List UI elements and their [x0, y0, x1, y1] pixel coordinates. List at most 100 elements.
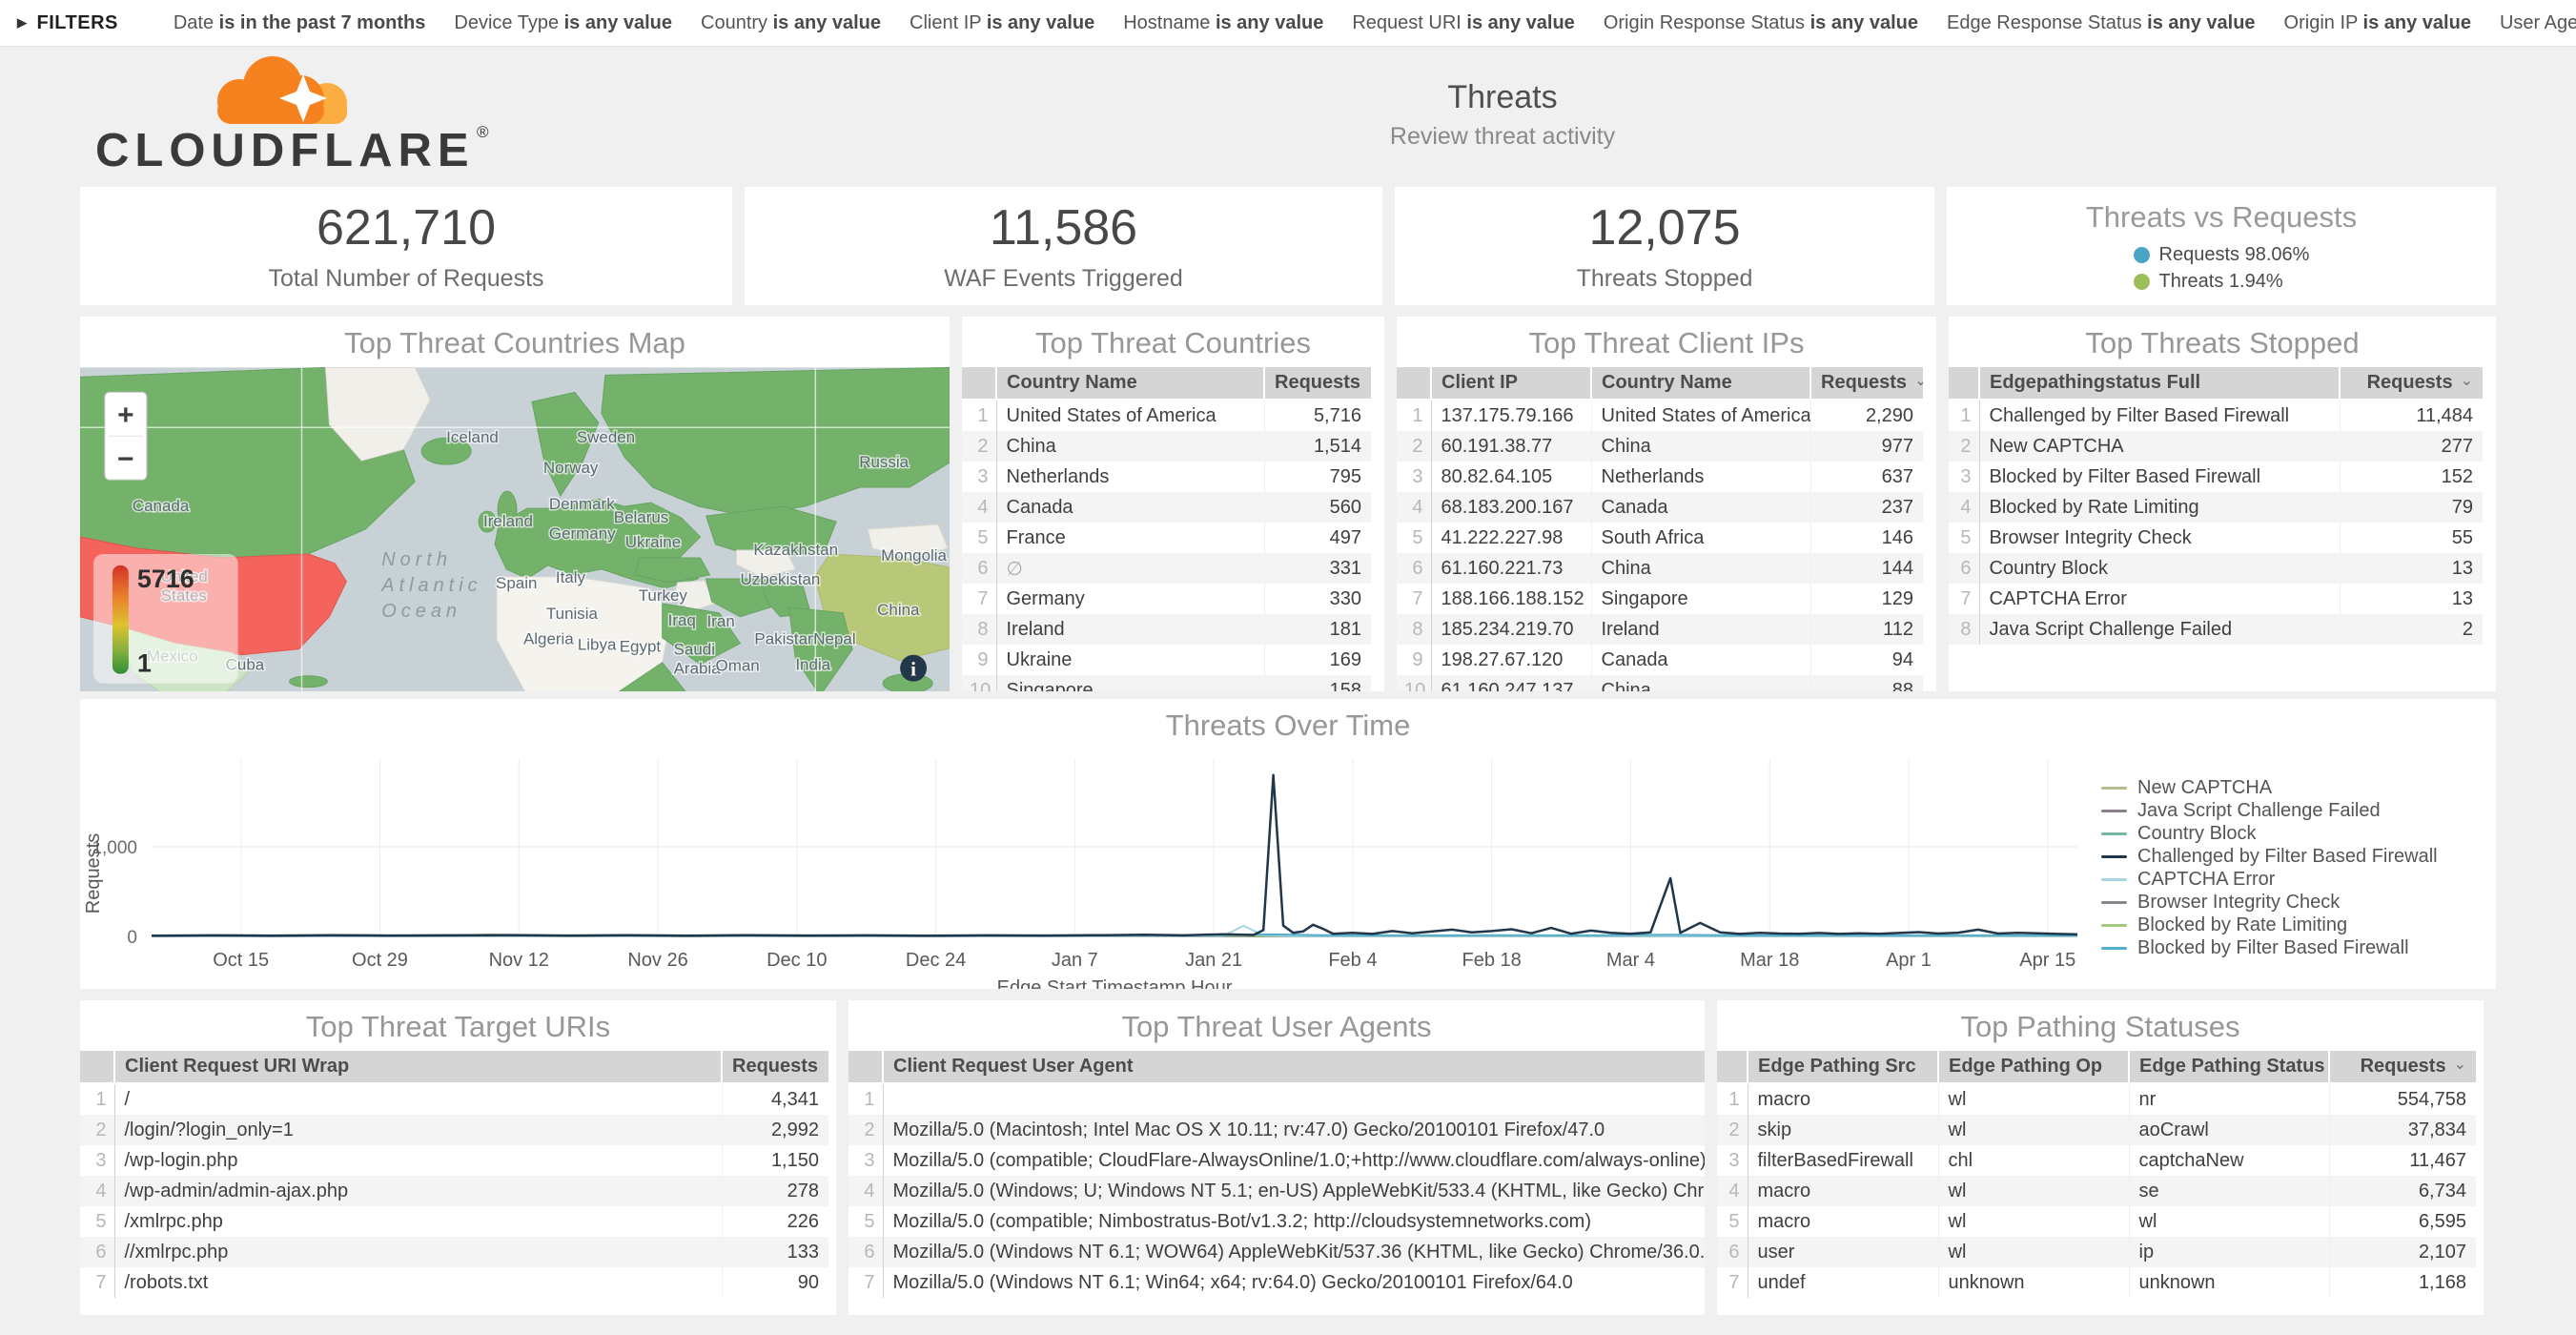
table-row[interactable]: 7188.166.188.152Singapore129: [1397, 584, 1923, 614]
cell: macro: [1748, 1176, 1938, 1206]
column-header[interactable]: Client Request User Agent: [883, 1051, 1705, 1083]
cell: 55: [2340, 523, 2483, 553]
table-row[interactable]: 2China1,514: [962, 431, 1371, 462]
column-header[interactable]: Edge Pathing Op: [1938, 1051, 2129, 1083]
table-row[interactable]: 468.183.200.167Canada237: [1397, 492, 1923, 523]
legend-item[interactable]: Java Script Challenge Failed: [2101, 799, 2496, 822]
cell: 2,290: [1810, 400, 1923, 431]
column-header[interactable]: Client IP: [1431, 367, 1591, 400]
row-number: 4: [1717, 1176, 1748, 1206]
table-row[interactable]: 1macrowlnr554,758: [1717, 1083, 2476, 1115]
legend-item[interactable]: Country Block: [2101, 822, 2496, 845]
table-row[interactable]: 7undefunknownunknown1,168: [1717, 1267, 2476, 1298]
table-row[interactable]: 6//xmlrpc.php133: [80, 1237, 828, 1267]
table-row[interactable]: 8Java Script Challenge Failed2: [1949, 614, 2483, 645]
table-row[interactable]: 9Ukraine169: [962, 645, 1371, 675]
table-row[interactable]: 4macrowlse6,734: [1717, 1176, 2476, 1206]
table-row[interactable]: 9198.27.67.120Canada94: [1397, 645, 1923, 675]
legend-label: Browser Integrity Check: [2137, 892, 2340, 914]
filter-item[interactable]: Client IP is any value: [910, 12, 1094, 34]
table-row[interactable]: 6∅331: [962, 553, 1371, 584]
cell: 61.160.221.73: [1431, 553, 1591, 584]
dashboard-header: CLOUDFLARE ® Threats Review threat activ…: [0, 47, 2576, 182]
map-zoom-out-button[interactable]: −: [117, 443, 133, 475]
table-row[interactable]: 7Germany330: [962, 584, 1371, 614]
table-row[interactable]: 1: [848, 1083, 1705, 1115]
map-info-icon[interactable]: i: [900, 655, 927, 682]
filter-item[interactable]: Date is in the past 7 months: [174, 12, 426, 34]
legend-item[interactable]: Requests 98.06%: [2134, 244, 2310, 266]
legend-item[interactable]: CAPTCHA Error: [2101, 868, 2496, 891]
cell: China: [1591, 553, 1810, 584]
table-row[interactable]: 7Mozilla/5.0 (Windows NT 6.1; Win64; x64…: [848, 1267, 1705, 1298]
table-row[interactable]: 3filterBasedFirewallchlcaptchaNew11,467: [1717, 1145, 2476, 1176]
table-row[interactable]: 3/wp-login.php1,150: [80, 1145, 828, 1176]
legend-item[interactable]: Blocked by Filter Based Firewall: [2101, 936, 2496, 959]
table-row[interactable]: 4Mozilla/5.0 (Windows; U; Windows NT 5.1…: [848, 1176, 1705, 1206]
table-row[interactable]: 5France497: [962, 523, 1371, 553]
filter-item[interactable]: Origin Response Status is any value: [1604, 12, 1918, 34]
table-row[interactable]: 7/robots.txt90: [80, 1267, 828, 1298]
filters-toggle[interactable]: ▶ FILTERS: [17, 12, 118, 34]
table-row[interactable]: 1Challenged by Filter Based Firewall11,4…: [1949, 400, 2483, 431]
filter-item[interactable]: Edge Response Status is any value: [1947, 12, 2256, 34]
table-row[interactable]: 5Browser Integrity Check55: [1949, 523, 2483, 553]
table-row[interactable]: 5macrowlwl6,595: [1717, 1206, 2476, 1237]
filter-item[interactable]: Country is any value: [701, 12, 881, 34]
map-zoom-in-button[interactable]: +: [117, 400, 133, 431]
cell: wl: [1938, 1176, 2129, 1206]
table-row[interactable]: 4Blocked by Rate Limiting79: [1949, 492, 2483, 523]
filter-item[interactable]: User Agent is any value: [2500, 12, 2576, 34]
table-row[interactable]: 3Blocked by Filter Based Firewall152: [1949, 462, 2483, 492]
column-header[interactable]: Edgepathingstatus Full: [1979, 367, 2340, 400]
table-row[interactable]: 5/xmlrpc.php226: [80, 1206, 828, 1237]
world-map[interactable]: CanadaUnitedStatesMexicoCubaNorthAtlanti…: [80, 367, 950, 691]
column-header[interactable]: Edge Pathing Src: [1748, 1051, 1938, 1083]
table-row[interactable]: 2New CAPTCHA277: [1949, 431, 2483, 462]
table-row[interactable]: 7CAPTCHA Error13: [1949, 584, 2483, 614]
table-row[interactable]: 6userwlip2,107: [1717, 1237, 2476, 1267]
table-row[interactable]: 2skipwlaoCrawl37,834: [1717, 1115, 2476, 1145]
column-header[interactable]: Requests⌄: [2329, 1051, 2476, 1083]
table-row[interactable]: 1061.160.247.137China88: [1397, 675, 1923, 691]
table-row[interactable]: 2/login/?login_only=12,992: [80, 1115, 828, 1145]
table-row[interactable]: 6Mozilla/5.0 (Windows NT 6.1; WOW64) App…: [848, 1237, 1705, 1267]
table-row[interactable]: 1/4,341: [80, 1083, 828, 1115]
cell: Singapore: [996, 675, 1264, 691]
column-header[interactable]: Country Name: [996, 367, 1264, 400]
table-row[interactable]: 260.191.38.77China977: [1397, 431, 1923, 462]
table-row[interactable]: 380.82.64.105Netherlands637: [1397, 462, 1923, 492]
column-header[interactable]: Client Request URI Wrap: [114, 1051, 722, 1083]
column-header[interactable]: Requests⌄: [1810, 367, 1923, 400]
table-row[interactable]: 10Singapore158: [962, 675, 1371, 691]
table-row[interactable]: 1United States of America5,716: [962, 400, 1371, 431]
table-row[interactable]: 5Mozilla/5.0 (compatible; Nimbostratus-B…: [848, 1206, 1705, 1237]
table-row[interactable]: 3Mozilla/5.0 (compatible; CloudFlare-Alw…: [848, 1145, 1705, 1176]
table-row[interactable]: 1137.175.79.166United States of America2…: [1397, 400, 1923, 431]
table-row[interactable]: 4Canada560: [962, 492, 1371, 523]
filter-item[interactable]: Hostname is any value: [1123, 12, 1323, 34]
table-row[interactable]: 8185.234.219.70Ireland112: [1397, 614, 1923, 645]
table-row[interactable]: 3Netherlands795: [962, 462, 1371, 492]
column-header[interactable]: Requests⌄: [1264, 367, 1371, 400]
table-row[interactable]: 661.160.221.73China144: [1397, 553, 1923, 584]
legend-item[interactable]: Browser Integrity Check: [2101, 891, 2496, 914]
filter-item[interactable]: Request URI is any value: [1352, 12, 1574, 34]
column-header[interactable]: Country Name: [1591, 367, 1810, 400]
column-header[interactable]: Edge Pathing Status: [2129, 1051, 2329, 1083]
table-row[interactable]: 2Mozilla/5.0 (Macintosh; Intel Mac OS X …: [848, 1115, 1705, 1145]
filter-item[interactable]: Device Type is any value: [454, 12, 672, 34]
table-row[interactable]: 4/wp-admin/admin-ajax.php278: [80, 1176, 828, 1206]
threats-over-time-chart[interactable]: Oct 15Oct 29Nov 12Nov 26Dec 10Dec 24Jan …: [80, 750, 2092, 989]
map-zoom-control[interactable]: + −: [105, 392, 147, 480]
legend-item[interactable]: New CAPTCHA: [2101, 776, 2496, 799]
legend-item[interactable]: Challenged by Filter Based Firewall: [2101, 845, 2496, 868]
table-row[interactable]: 541.222.227.98South Africa146: [1397, 523, 1923, 553]
table-row[interactable]: 8Ireland181: [962, 614, 1371, 645]
legend-item[interactable]: Blocked by Rate Limiting: [2101, 914, 2496, 936]
column-header[interactable]: Requests⌄: [722, 1051, 828, 1083]
column-header[interactable]: Requests⌄: [2340, 367, 2483, 400]
legend-item[interactable]: Threats 1.94%: [2134, 271, 2283, 293]
filter-item[interactable]: Origin IP is any value: [2284, 12, 2471, 34]
table-row[interactable]: 6Country Block13: [1949, 553, 2483, 584]
